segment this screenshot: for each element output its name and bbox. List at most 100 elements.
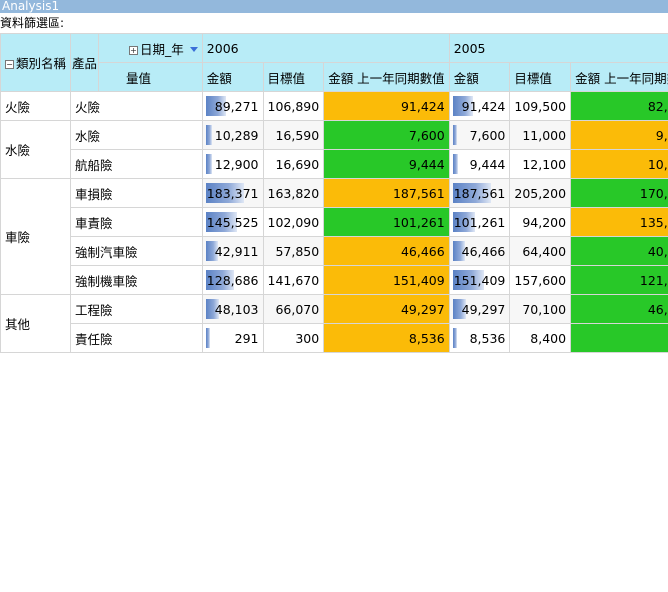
amount-cell: 8,536 <box>448 323 511 353</box>
prev-year-cell: 101,261 <box>323 207 450 237</box>
data-bar <box>452 125 457 145</box>
prev-year-cell: 121,341 <box>570 265 668 295</box>
category-cell[interactable]: 車險 <box>0 178 72 295</box>
target-cell: 64,400 <box>509 236 572 266</box>
amount-cell: 183,371 <box>201 178 264 208</box>
table-row: 車險 車損險 183,371 163,820 187,561 187,561 205,200… <box>0 178 668 295</box>
table-row: 水險水險10,28916,5907,6007,60011,0009,467 <box>0 120 668 179</box>
amount-cell: 145,525 <box>201 207 264 237</box>
product-cell[interactable]: 水險 <box>70 120 203 150</box>
measure-header-amount[interactable]: 金額 <box>448 62 511 92</box>
category-cell[interactable]: 其他 <box>0 294 72 353</box>
year-header-2005[interactable]: 2005 <box>448 33 668 63</box>
measure-header-target[interactable]: 目標值 <box>262 62 325 92</box>
amount-cell: 187,561 <box>448 178 511 208</box>
collapse-icon[interactable]: − <box>5 60 14 69</box>
pivot-table: − 類別名稱 產品 + 日期_年 2006 2005 量值 金額 目標值 金額 上一… <box>0 33 668 353</box>
target-cell: 16,690 <box>262 149 325 179</box>
product-cell[interactable]: 工程險 <box>70 294 203 324</box>
data-bar <box>205 154 213 174</box>
product-cell[interactable]: 火險 <box>70 91 203 121</box>
amount-value: 49,297 <box>461 301 506 317</box>
amount-value: 89,271 <box>214 98 259 114</box>
filter-area-label[interactable]: 資料篩選區: <box>0 14 64 32</box>
category-field-header[interactable]: − 類別名稱 <box>0 33 72 92</box>
amount-value: 151,409 <box>453 272 506 288</box>
measure-header-target[interactable]: 目標值 <box>509 62 572 92</box>
amount-cell: 46,466 <box>448 236 511 266</box>
data-bar <box>205 328 210 348</box>
table-row: 火險火險89,271106,89091,42491,424109,50082,9… <box>0 91 668 121</box>
target-cell: 102,090 <box>262 207 325 237</box>
target-cell: 205,200 <box>509 178 572 208</box>
amount-value: 187,561 <box>453 185 506 201</box>
amount-cell: 49,297 <box>448 294 511 324</box>
amount-cell: 101,261 <box>448 207 511 237</box>
prev-year-cell: 232 <box>570 323 668 353</box>
year-header-2006[interactable]: 2006 <box>201 33 450 63</box>
filter-dropdown-icon[interactable] <box>189 46 198 52</box>
amount-value: 291 <box>234 330 259 346</box>
amount-cell: 89,271 <box>201 91 264 121</box>
amount-cell: 91,424 <box>448 91 511 121</box>
date-field-header[interactable]: + 日期_年 <box>98 33 203 63</box>
prev-year-cell: 135,640 <box>570 207 668 237</box>
prev-year-cell: 7,600 <box>323 120 450 150</box>
amount-cell: 128,686 <box>201 265 264 295</box>
amount-value: 91,424 <box>461 98 506 114</box>
prev-year-cell: 170,336 <box>570 178 668 208</box>
amount-value: 145,525 <box>206 214 259 230</box>
target-cell: 106,890 <box>262 91 325 121</box>
measure-header-prev[interactable]: 金額 上一年同期數值 <box>570 62 668 92</box>
amount-value: 48,103 <box>214 301 259 317</box>
amount-cell: 151,409 <box>448 265 511 295</box>
window-title: Analysis1 <box>0 0 668 13</box>
table-row: 強制汽車險42,91157,85046,46646,46664,40040,89… <box>1 236 668 266</box>
category-cell[interactable]: 火險 <box>0 91 72 121</box>
target-cell: 66,070 <box>262 294 325 324</box>
amount-cell: 7,600 <box>448 120 511 150</box>
target-cell: 16,590 <box>262 120 325 150</box>
target-cell: 70,100 <box>509 294 572 324</box>
table-row: 責任險2913008,5368,5368,400232 <box>1 323 668 353</box>
target-cell: 11,000 <box>509 120 572 150</box>
prev-year-cell: 9,444 <box>323 149 450 179</box>
amount-value: 42,911 <box>214 243 259 259</box>
product-cell[interactable]: 責任險 <box>70 323 203 353</box>
amount-cell: 12,900 <box>201 149 264 179</box>
amount-value: 101,261 <box>453 214 506 230</box>
measure-header-amount[interactable]: 金額 <box>201 62 264 92</box>
amount-cell: 48,103 <box>201 294 264 324</box>
product-cell[interactable]: 強制汽車險 <box>70 236 203 266</box>
target-cell: 8,400 <box>509 323 572 353</box>
amount-value: 12,900 <box>214 156 259 172</box>
expand-icon[interactable]: + <box>129 45 139 55</box>
amount-value: 8,536 <box>469 330 506 346</box>
amount-value: 7,600 <box>469 127 506 143</box>
prev-year-cell: 9,467 <box>570 120 668 150</box>
prev-year-cell: 187,561 <box>323 178 450 208</box>
amount-cell: 291 <box>201 323 264 353</box>
data-bar <box>452 328 457 348</box>
target-cell: 300 <box>262 323 325 353</box>
product-cell[interactable]: 航船險 <box>70 149 203 179</box>
product-cell[interactable]: 強制機車險 <box>70 265 203 295</box>
measure-header-prev[interactable]: 金額 上一年同期數值 <box>323 62 450 92</box>
product-cell[interactable]: 車損險 <box>70 178 203 208</box>
table-row: 航船險12,90016,6909,4449,44412,10010,536 <box>1 149 668 179</box>
prev-year-cell: 82,915 <box>570 91 668 121</box>
prev-year-cell: 49,297 <box>323 294 450 324</box>
prev-year-cell: 8,536 <box>323 323 450 353</box>
category-cell[interactable]: 水險 <box>0 120 72 179</box>
target-cell: 163,820 <box>262 178 325 208</box>
prev-year-cell: 40,893 <box>570 236 668 266</box>
table-row: 其他工程險48,10366,07049,29749,29770,10046,47… <box>0 294 668 353</box>
prev-year-cell: 10,536 <box>570 149 668 179</box>
table-row: 強制機車險 128,686 141,670 151,409 151,409 157,600… <box>1 265 668 295</box>
product-field-header[interactable]: 產品 <box>70 33 100 92</box>
target-cell: 12,100 <box>509 149 572 179</box>
amount-cell: 10,289 <box>201 120 264 150</box>
prev-year-cell: 46,466 <box>323 236 450 266</box>
table-row: 車責險 145,525 102,090 101,261 101,261 94,200 135… <box>1 207 668 237</box>
product-cell[interactable]: 車責險 <box>70 207 203 237</box>
